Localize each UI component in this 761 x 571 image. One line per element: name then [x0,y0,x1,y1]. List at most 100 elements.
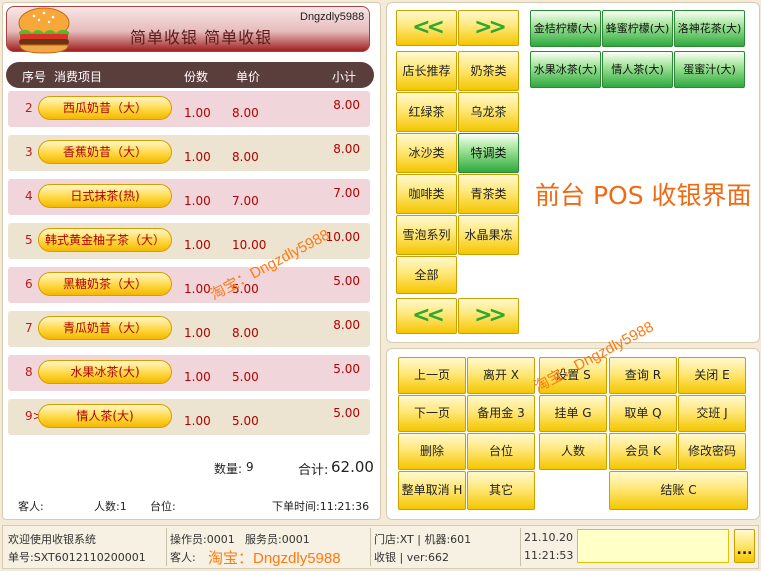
product-button[interactable]: 蛋蜜汁(大) [674,51,745,88]
item-button[interactable]: 香蕉奶昔（大） [38,140,172,164]
category-button[interactable]: 奶茶类 [458,51,519,91]
qty-label: 数量: [214,462,243,476]
product-button[interactable]: 蜂蜜柠檬(大) [602,10,673,47]
col-no: 序号 [22,70,47,84]
item-button[interactable]: 韩式黄金柚子茶（大） [38,228,172,252]
category-button[interactable]: 乌龙茶 [458,92,519,132]
waiter: 服务员:0001 [245,533,310,546]
close-button[interactable]: 关闭 E [678,357,746,394]
hold-order-button[interactable]: 挂单 G [539,395,607,432]
table-row[interactable]: 9> 情人茶(大) 1.00 5.00 5.00 [8,399,370,435]
item-button[interactable]: 情人茶(大) [38,404,172,428]
scan-input[interactable] [577,529,729,563]
row-subtotal: 8.00 [333,318,360,332]
order-time: 下单时间:11:21:36 [272,500,370,513]
row-subtotal: 8.00 [333,98,360,112]
table-row[interactable]: 8 水果冰茶(大) 1.00 5.00 5.00 [8,355,370,391]
product-button[interactable]: 金桔柠檬(大) [530,10,601,47]
cancel-order-button[interactable]: 整单取消 H [398,471,466,510]
row-price: 5.00 [232,414,259,428]
other-button[interactable]: 其它 [467,471,535,510]
status-divider [520,528,521,566]
category-button-active[interactable]: 特调类 [458,133,519,173]
query-button[interactable]: 查询 R [609,357,677,394]
row-price: 10.00 [232,238,267,252]
shift-handover-button[interactable]: 交班 J [678,395,746,432]
category-button[interactable]: 青茶类 [458,174,519,214]
col-subtotal: 小计 [332,70,357,84]
petty-cash-button[interactable]: 备用金 3 [467,395,535,432]
checkout-button[interactable]: 结账 C [609,471,748,510]
table-row[interactable]: 4 日式抹茶(热) 1.00 7.00 7.00 [8,179,370,215]
next-page-button[interactable]: 下一页 [398,395,466,432]
status-time: 11:21:53 [524,549,574,562]
more-button[interactable]: ... [734,529,755,563]
member-button[interactable]: 会员 K [609,433,677,470]
row-qty: 1.00 [184,238,211,252]
row-qty: 1.00 [184,414,211,428]
row-no: 5 [25,233,33,247]
row-no: 2 [25,101,33,115]
product-prev-button[interactable]: << [396,298,457,334]
category-button[interactable]: 店长推荐 [396,51,457,91]
product-button[interactable]: 情人茶(大) [602,51,673,88]
row-no: 4 [25,189,33,203]
category-button[interactable]: 水晶果冻 [458,215,519,255]
row-subtotal: 8.00 [333,142,360,156]
item-button[interactable]: 日式抹茶(热) [38,184,172,208]
product-next-button[interactable]: >> [458,298,519,334]
table-row[interactable]: 2 西瓜奶昔（大） 1.00 8.00 8.00 [8,91,370,127]
people-button[interactable]: 人数 [539,433,607,470]
delete-button[interactable]: 删除 [398,433,466,470]
item-button[interactable]: 青瓜奶昔（大） [38,316,172,340]
category-button-all[interactable]: 全部 [396,256,457,294]
row-no: 7 [25,321,33,335]
col-price: 单价 [236,70,261,84]
operator: 操作员:0001 [170,533,235,546]
leave-button[interactable]: 离开 X [467,357,535,394]
row-price: 7.00 [232,194,259,208]
table-row[interactable]: 7 青瓜奶昔（大） 1.00 8.00 8.00 [8,311,370,347]
prev-page-button[interactable]: 上一页 [398,357,466,394]
row-subtotal: 5.00 [333,406,360,420]
table-label: 台位: [150,500,176,513]
people-count: 人数:1 [94,500,127,513]
category-button[interactable]: 咖啡类 [396,174,457,214]
category-next-button[interactable]: >> [458,10,519,46]
table-row[interactable]: 6 黑糖奶茶（大） 1.00 5.00 5.00 [8,267,370,303]
table-row[interactable]: 3 香蕉奶昔（大） 1.00 8.00 8.00 [8,135,370,171]
retrieve-order-button[interactable]: 取单 Q [609,395,677,432]
category-prev-button[interactable]: << [396,10,457,46]
mode-version: 收银 | ver:662 [374,551,450,564]
category-button[interactable]: 红绿茶 [396,92,457,132]
row-no: 6 [25,277,33,291]
change-password-button[interactable]: 修改密码 [678,433,746,470]
row-qty: 1.00 [184,194,211,208]
row-price: 5.00 [232,370,259,384]
item-button[interactable]: 黑糖奶茶（大） [38,272,172,296]
welcome-text: 欢迎使用收银系统 [8,533,96,546]
item-button[interactable]: 西瓜奶昔（大） [38,96,172,120]
row-qty: 1.00 [184,106,211,120]
row-qty: 1.00 [184,370,211,384]
category-button[interactable]: 雪泡系列 [396,215,457,255]
product-button[interactable]: 水果冰茶(大) [530,51,601,88]
item-button[interactable]: 水果冰茶(大) [38,360,172,384]
total-value: 62.00 [331,458,374,476]
pos-title-label: 前台 POS 收银界面 [535,181,752,210]
store-info: 门店:XT | 机器:601 [374,533,472,546]
burger-icon [18,7,70,54]
category-button[interactable]: 冰沙类 [396,133,457,173]
table-button[interactable]: 台位 [467,433,535,470]
order-number: 单号:SXT6012110200001 [8,551,146,564]
brand-tag: Dngzdly5988 [300,11,365,23]
row-qty: 1.00 [184,326,211,340]
col-item: 消费项目 [54,70,103,84]
row-price: 8.00 [232,150,259,164]
row-price: 8.00 [232,106,259,120]
row-subtotal: 5.00 [333,274,360,288]
product-button[interactable]: 洛神花茶(大) [674,10,745,47]
col-qty: 份数 [184,70,209,84]
status-divider [166,528,167,566]
qty-value: 9 [246,460,254,474]
